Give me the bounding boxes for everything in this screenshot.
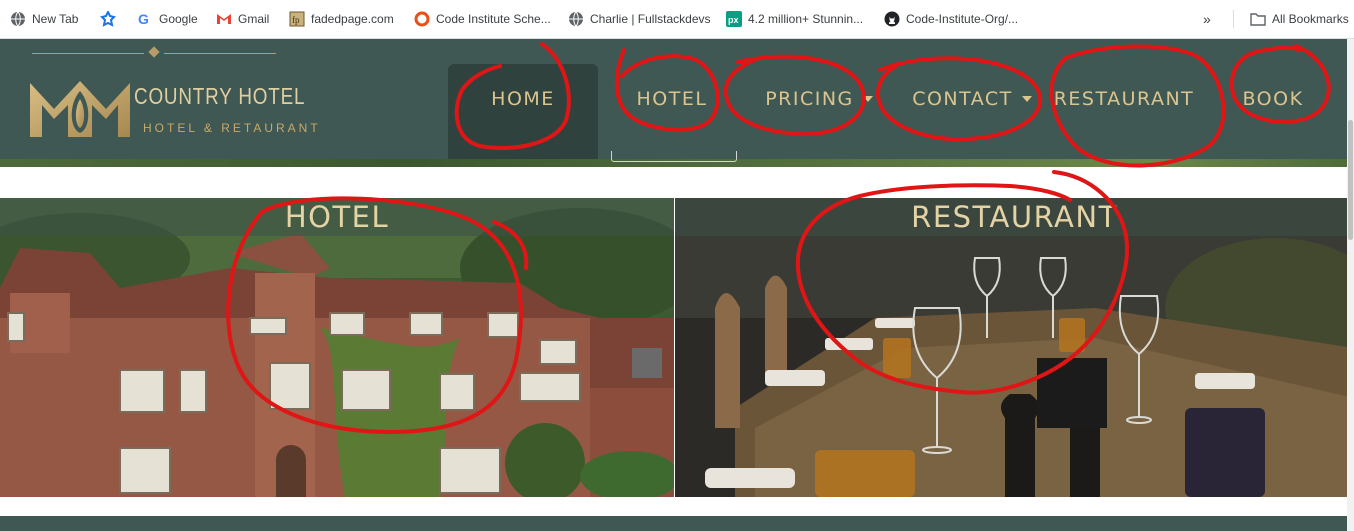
bookmark-label: Charlie | Fullstackdevs bbox=[590, 12, 711, 26]
folder-icon bbox=[1250, 13, 1266, 26]
svg-text:fp: fp bbox=[292, 15, 300, 25]
bookmark-label: New Tab bbox=[32, 12, 79, 26]
bookmark-new-tab[interactable]: New Tab bbox=[10, 0, 78, 38]
nav-label: HOME bbox=[491, 88, 555, 110]
nav-home[interactable]: HOME bbox=[448, 64, 598, 162]
restaurant-panel-title: RESTAURANT bbox=[911, 200, 1118, 234]
bookmark-app[interactable] bbox=[100, 0, 122, 38]
gmail-icon bbox=[217, 14, 231, 24]
footer-bar bbox=[0, 516, 1354, 531]
nav-contact[interactable]: CONTACT bbox=[905, 64, 1039, 162]
logo-ornament-line bbox=[164, 53, 276, 54]
site-header: COUNTRY HOTEL HOTEL & RETAURANT HOME HOT… bbox=[0, 39, 1354, 162]
code-institute-icon bbox=[414, 11, 430, 27]
nav-hotel[interactable]: HOTEL bbox=[620, 64, 724, 162]
svg-text:px: px bbox=[728, 15, 739, 25]
nav-label: RESTAURANT bbox=[1053, 88, 1195, 110]
logo-ornament-line bbox=[32, 53, 144, 54]
scrollbar-thumb[interactable] bbox=[1348, 120, 1353, 240]
bookmarks-divider bbox=[1233, 10, 1234, 28]
chevron-down-icon bbox=[1021, 96, 1032, 102]
logo-title: COUNTRY HOTEL bbox=[134, 83, 306, 109]
bookmark-fadedpage[interactable]: fp fadedpage.com bbox=[289, 0, 394, 38]
page-scrollbar[interactable] bbox=[1347, 39, 1354, 531]
hotel-panel[interactable]: HOTEL bbox=[0, 198, 674, 497]
bookmark-label: Code-Institute-Org/... bbox=[906, 12, 1019, 26]
nav-restaurant[interactable]: RESTAURANT bbox=[1050, 64, 1198, 162]
google-icon: G bbox=[138, 11, 149, 27]
bookmark-label: Google bbox=[159, 12, 198, 26]
bookmark-label: fadedpage.com bbox=[311, 12, 394, 26]
logo-monogram-icon bbox=[30, 81, 130, 137]
all-bookmarks-button[interactable]: All Bookmarks bbox=[1250, 0, 1349, 38]
bookmark-google[interactable]: G Google bbox=[137, 0, 198, 38]
logo-ornament-diamond bbox=[148, 46, 160, 58]
chevron-down-icon bbox=[862, 96, 873, 102]
bookmark-github[interactable]: Code-Institute-Org/... bbox=[884, 0, 1018, 38]
bookmark-label: 4.2 million+ Stunnin... bbox=[748, 12, 864, 26]
globe-icon bbox=[569, 11, 583, 27]
bookmarks-overflow-button[interactable]: » bbox=[1203, 0, 1211, 38]
bookmark-charlie[interactable]: Charlie | Fullstackdevs bbox=[568, 0, 711, 38]
all-bookmarks-label: All Bookmarks bbox=[1272, 12, 1349, 26]
bookmark-label: Code Institute Sche... bbox=[436, 12, 551, 26]
globe-icon bbox=[11, 11, 25, 27]
bookmark-gmail[interactable]: Gmail bbox=[216, 0, 269, 38]
app-icon bbox=[100, 11, 116, 27]
fadedpage-icon: fp bbox=[289, 11, 305, 27]
nav-book[interactable]: BOOK bbox=[1232, 64, 1314, 162]
nav-label: CONTACT bbox=[912, 88, 1013, 110]
dropdown-tab-edge bbox=[611, 151, 737, 162]
svg-text:G: G bbox=[138, 11, 149, 27]
bookmark-pexels[interactable]: px 4.2 million+ Stunnin... bbox=[726, 0, 863, 38]
bookmark-label: Gmail bbox=[238, 12, 270, 26]
logo-subtitle: HOTEL & RETAURANT bbox=[143, 121, 321, 135]
github-icon bbox=[884, 11, 900, 27]
nav-label: PRICING bbox=[765, 88, 854, 110]
nav-pricing[interactable]: PRICING bbox=[755, 64, 883, 162]
bookmarks-bar: New Tab G Google Gmail fp fadedpage.com … bbox=[0, 0, 1354, 39]
hotel-building-photo bbox=[0, 198, 674, 497]
hotel-panel-title: HOTEL bbox=[284, 200, 390, 234]
restaurant-table-photo bbox=[675, 198, 1354, 497]
bookmark-code-institute[interactable]: Code Institute Sche... bbox=[414, 0, 551, 38]
pexels-icon: px bbox=[726, 11, 742, 27]
restaurant-panel[interactable]: RESTAURANT bbox=[675, 198, 1354, 497]
nav-label: BOOK bbox=[1242, 88, 1304, 110]
